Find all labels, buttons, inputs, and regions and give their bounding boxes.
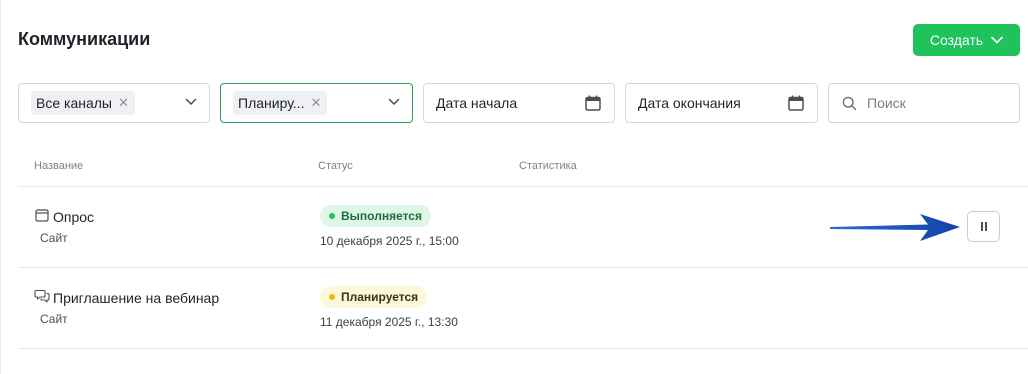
page-title: Коммуникации	[18, 29, 151, 49]
channels-chip: Все каналы ✕	[31, 91, 135, 115]
status-badge-label: Планируется	[341, 290, 419, 304]
status-date: 11 декабря 2025 г., 13:30	[320, 315, 458, 329]
status-badge-label: Выполняется	[341, 209, 422, 223]
date-end-label: Дата окончания	[638, 95, 741, 111]
left-divider	[0, 0, 1, 374]
remove-chip-icon[interactable]: ✕	[118, 95, 129, 111]
create-button[interactable]: Создать	[913, 24, 1020, 56]
status-date: 10 декабря 2025 г., 15:00	[320, 234, 459, 248]
table-divider	[18, 267, 1028, 268]
status-badge: Выполняется	[320, 205, 431, 227]
create-button-label: Создать	[929, 32, 984, 48]
pause-icon	[980, 222, 987, 231]
search-input[interactable]: Поиск	[828, 83, 1020, 123]
chevron-down-icon[interactable]	[388, 98, 400, 106]
row-channel: Сайт	[40, 312, 68, 326]
annotation-arrow-icon	[830, 214, 960, 241]
remove-chip-icon[interactable]: ✕	[310, 95, 321, 111]
calendar-icon[interactable]	[787, 94, 805, 112]
pause-button[interactable]	[967, 211, 1000, 242]
date-start-label: Дата начала	[436, 95, 518, 111]
table-divider	[18, 348, 1028, 349]
calendar-window-icon	[35, 209, 49, 222]
chat-bubbles-icon	[34, 289, 50, 303]
column-header-name: Название	[34, 160, 84, 172]
channels-chip-label: Все каналы	[36, 95, 112, 111]
search-placeholder: Поиск	[867, 95, 906, 111]
status-dot	[329, 213, 335, 219]
search-icon	[842, 96, 857, 110]
row-title[interactable]: Опрос	[53, 209, 94, 225]
status-filter[interactable]: Планиру... ✕	[220, 83, 413, 123]
channels-filter[interactable]: Все каналы ✕	[18, 83, 210, 123]
status-chip: Планиру... ✕	[233, 91, 328, 115]
status-badge: Планируется	[320, 286, 428, 308]
status-dot	[329, 294, 335, 300]
column-header-status: Статус	[318, 160, 353, 172]
row-channel: Сайт	[40, 231, 68, 245]
column-header-statistics: Статистика	[519, 160, 577, 172]
table-divider	[18, 186, 1028, 187]
row-title[interactable]: Приглашение на вебинар	[53, 290, 219, 306]
calendar-icon[interactable]	[584, 94, 602, 112]
chevron-down-icon	[991, 36, 1003, 44]
date-start-field[interactable]: Дата начала	[423, 83, 615, 123]
status-chip-label: Планиру...	[238, 95, 305, 111]
date-end-field[interactable]: Дата окончания	[625, 83, 818, 123]
chevron-down-icon[interactable]	[185, 98, 197, 106]
